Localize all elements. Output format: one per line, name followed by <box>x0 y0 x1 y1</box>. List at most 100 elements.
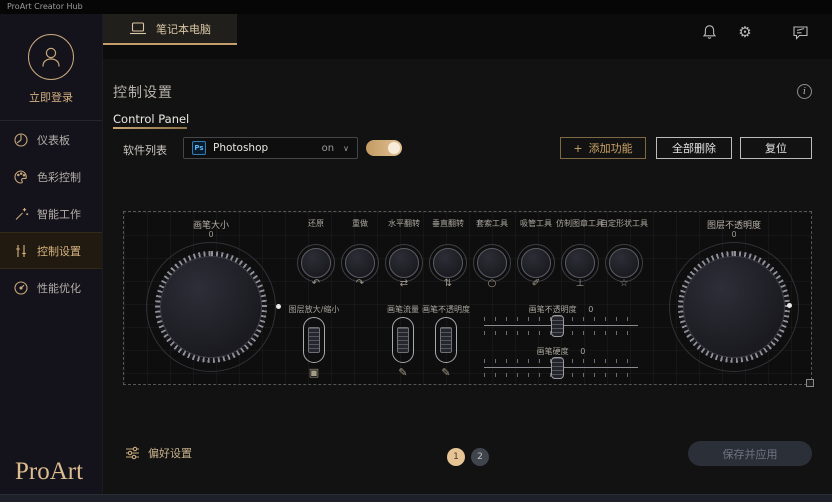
fader-brush-opacity[interactable]: 画笔不透明度 ✎ <box>409 304 483 379</box>
chevron-down-icon: ∨ <box>343 144 349 153</box>
layer-zoom-icon: ▣ <box>277 366 351 379</box>
dial-face <box>683 256 785 358</box>
software-select[interactable]: Ps Photoshop on ∨ <box>183 137 358 159</box>
sidebar-item-label: 仪表板 <box>37 132 70 148</box>
delete-all-button[interactable]: 全部删除 <box>656 137 732 159</box>
fader-track <box>303 317 325 363</box>
sidebar-item-control-settings[interactable]: 控制设置 <box>0 232 102 269</box>
knob-face <box>389 248 419 278</box>
info-icon[interactable]: i <box>797 84 812 99</box>
avatar[interactable] <box>28 34 74 80</box>
notifications-button[interactable] <box>700 23 718 41</box>
knob-face <box>521 248 551 278</box>
dial-brush-size[interactable]: 画笔大小 0 <box>141 218 281 372</box>
feedback-button[interactable] <box>791 23 809 41</box>
fader-track <box>435 317 457 363</box>
fader-layer-zoom[interactable]: 图层放大/缩小 ▣ <box>277 304 351 379</box>
sidebar-item-color-control[interactable]: 色彩控制 <box>0 158 102 195</box>
slider-brush-opacity[interactable]: 画笔不透明度 0 <box>484 304 638 340</box>
dashboard-icon <box>12 131 29 148</box>
sidebar: 立即登录 仪表板 色彩控制 <box>0 14 103 494</box>
preferences-button[interactable]: 偏好设置 <box>125 445 192 461</box>
slider-handle[interactable] <box>551 315 564 337</box>
tab-control-panel[interactable]: Control Panel <box>113 112 189 126</box>
control-panel-canvas: 画笔大小 0 还原 ↶ 重做 ↷ 水平翻转 <box>123 211 812 385</box>
fader-label: 画笔不透明度 <box>409 304 483 314</box>
knob-label: 自定形状工具 <box>594 218 654 229</box>
plus-icon: + <box>573 142 582 155</box>
slider-label-text: 画笔不透明度 <box>529 305 577 314</box>
selected-app-name: Photoshop <box>213 142 315 154</box>
sidebar-item-label: 智能工作 <box>37 206 81 222</box>
fader-thumb[interactable] <box>308 327 320 353</box>
tab-laptop-label: 笔记本电脑 <box>156 21 211 37</box>
page-dot-2[interactable]: 2 <box>471 448 489 466</box>
window-title: ProArt Creator Hub <box>7 2 83 11</box>
proart-logo: ProArt <box>15 458 83 486</box>
topbar: 笔记本电脑 ⚙ <box>103 14 832 59</box>
slider-brush-hardness[interactable]: 画笔硬度 0 <box>484 346 638 382</box>
save-apply-button[interactable]: 保存并应用 <box>688 441 812 466</box>
sidebar-item-smart-work[interactable]: 智能工作 <box>0 195 102 232</box>
gauge-icon <box>12 279 29 296</box>
knob-face <box>345 248 375 278</box>
knob-custom-shape-tool[interactable]: 自定形状工具 ☆ <box>594 218 654 290</box>
settings-button[interactable]: ⚙ <box>736 23 754 41</box>
app-state: on <box>322 143 334 154</box>
dial-face <box>160 256 262 358</box>
dial-value: 0 <box>141 230 281 242</box>
panel-resize-handle[interactable] <box>806 379 814 387</box>
window-titlebar: ProArt Creator Hub <box>0 0 832 14</box>
slider-value: 0 <box>588 305 593 314</box>
account-section[interactable]: 立即登录 <box>0 14 102 105</box>
brush-opacity-icon: ✎ <box>409 366 483 379</box>
sidebar-item-label: 色彩控制 <box>37 169 81 185</box>
dial-label: 图层不透明度 <box>664 218 804 230</box>
fader-thumb[interactable] <box>397 327 409 353</box>
add-function-label: 添加功能 <box>589 140 633 156</box>
knob-face <box>565 248 595 278</box>
tab-underline <box>113 127 187 129</box>
add-function-button[interactable]: + 添加功能 <box>560 137 646 159</box>
slider-track <box>484 358 638 382</box>
slider-label: 画笔不透明度 0 <box>484 304 638 314</box>
dial-ring <box>669 242 799 372</box>
gear-icon: ⚙ <box>738 23 751 41</box>
login-link[interactable]: 立即登录 <box>0 89 102 105</box>
knob-face <box>477 248 507 278</box>
dial-knob[interactable] <box>678 251 790 363</box>
dial-ring <box>146 242 276 372</box>
slider-track <box>484 316 638 340</box>
slider-label-text: 画笔硬度 <box>537 347 569 356</box>
photoshop-icon: Ps <box>192 141 206 155</box>
reset-button[interactable]: 复位 <box>740 137 812 159</box>
sidebar-item-label: 性能优化 <box>37 280 81 296</box>
user-icon <box>37 43 65 71</box>
dial-knob[interactable] <box>155 251 267 363</box>
feedback-icon <box>792 25 809 40</box>
dial-label: 画笔大小 <box>141 218 281 230</box>
dial-layer-opacity[interactable]: 图层不透明度 0 <box>664 218 804 372</box>
slider-handle[interactable] <box>551 357 564 379</box>
knob-face <box>433 248 463 278</box>
fader-label: 图层放大/缩小 <box>277 304 351 314</box>
preferences-icon <box>125 446 140 460</box>
sliders-icon <box>12 242 29 259</box>
sidebar-item-dashboard[interactable]: 仪表板 <box>0 121 102 158</box>
dial-indicator-dot <box>787 303 792 308</box>
sidebar-item-performance[interactable]: 性能优化 <box>0 269 102 306</box>
software-list-label: 软件列表 <box>123 142 167 158</box>
bell-icon <box>702 24 717 40</box>
laptop-icon <box>129 22 147 35</box>
knob-face <box>301 248 331 278</box>
app-window: 立即登录 仪表板 色彩控制 <box>0 14 832 494</box>
main-area: 笔记本电脑 ⚙ 控制设置 i Control Panel 软件列表 <box>103 14 832 494</box>
page-dot-1[interactable]: 1 <box>447 448 465 466</box>
taskbar-strip <box>0 494 832 502</box>
custom-shape-icon: ☆ <box>594 278 654 290</box>
software-enable-toggle[interactable] <box>366 140 402 156</box>
palette-icon <box>12 168 29 185</box>
fader-thumb[interactable] <box>440 327 452 353</box>
slider-label: 画笔硬度 0 <box>484 346 638 356</box>
tab-laptop[interactable]: 笔记本电脑 <box>103 14 237 45</box>
